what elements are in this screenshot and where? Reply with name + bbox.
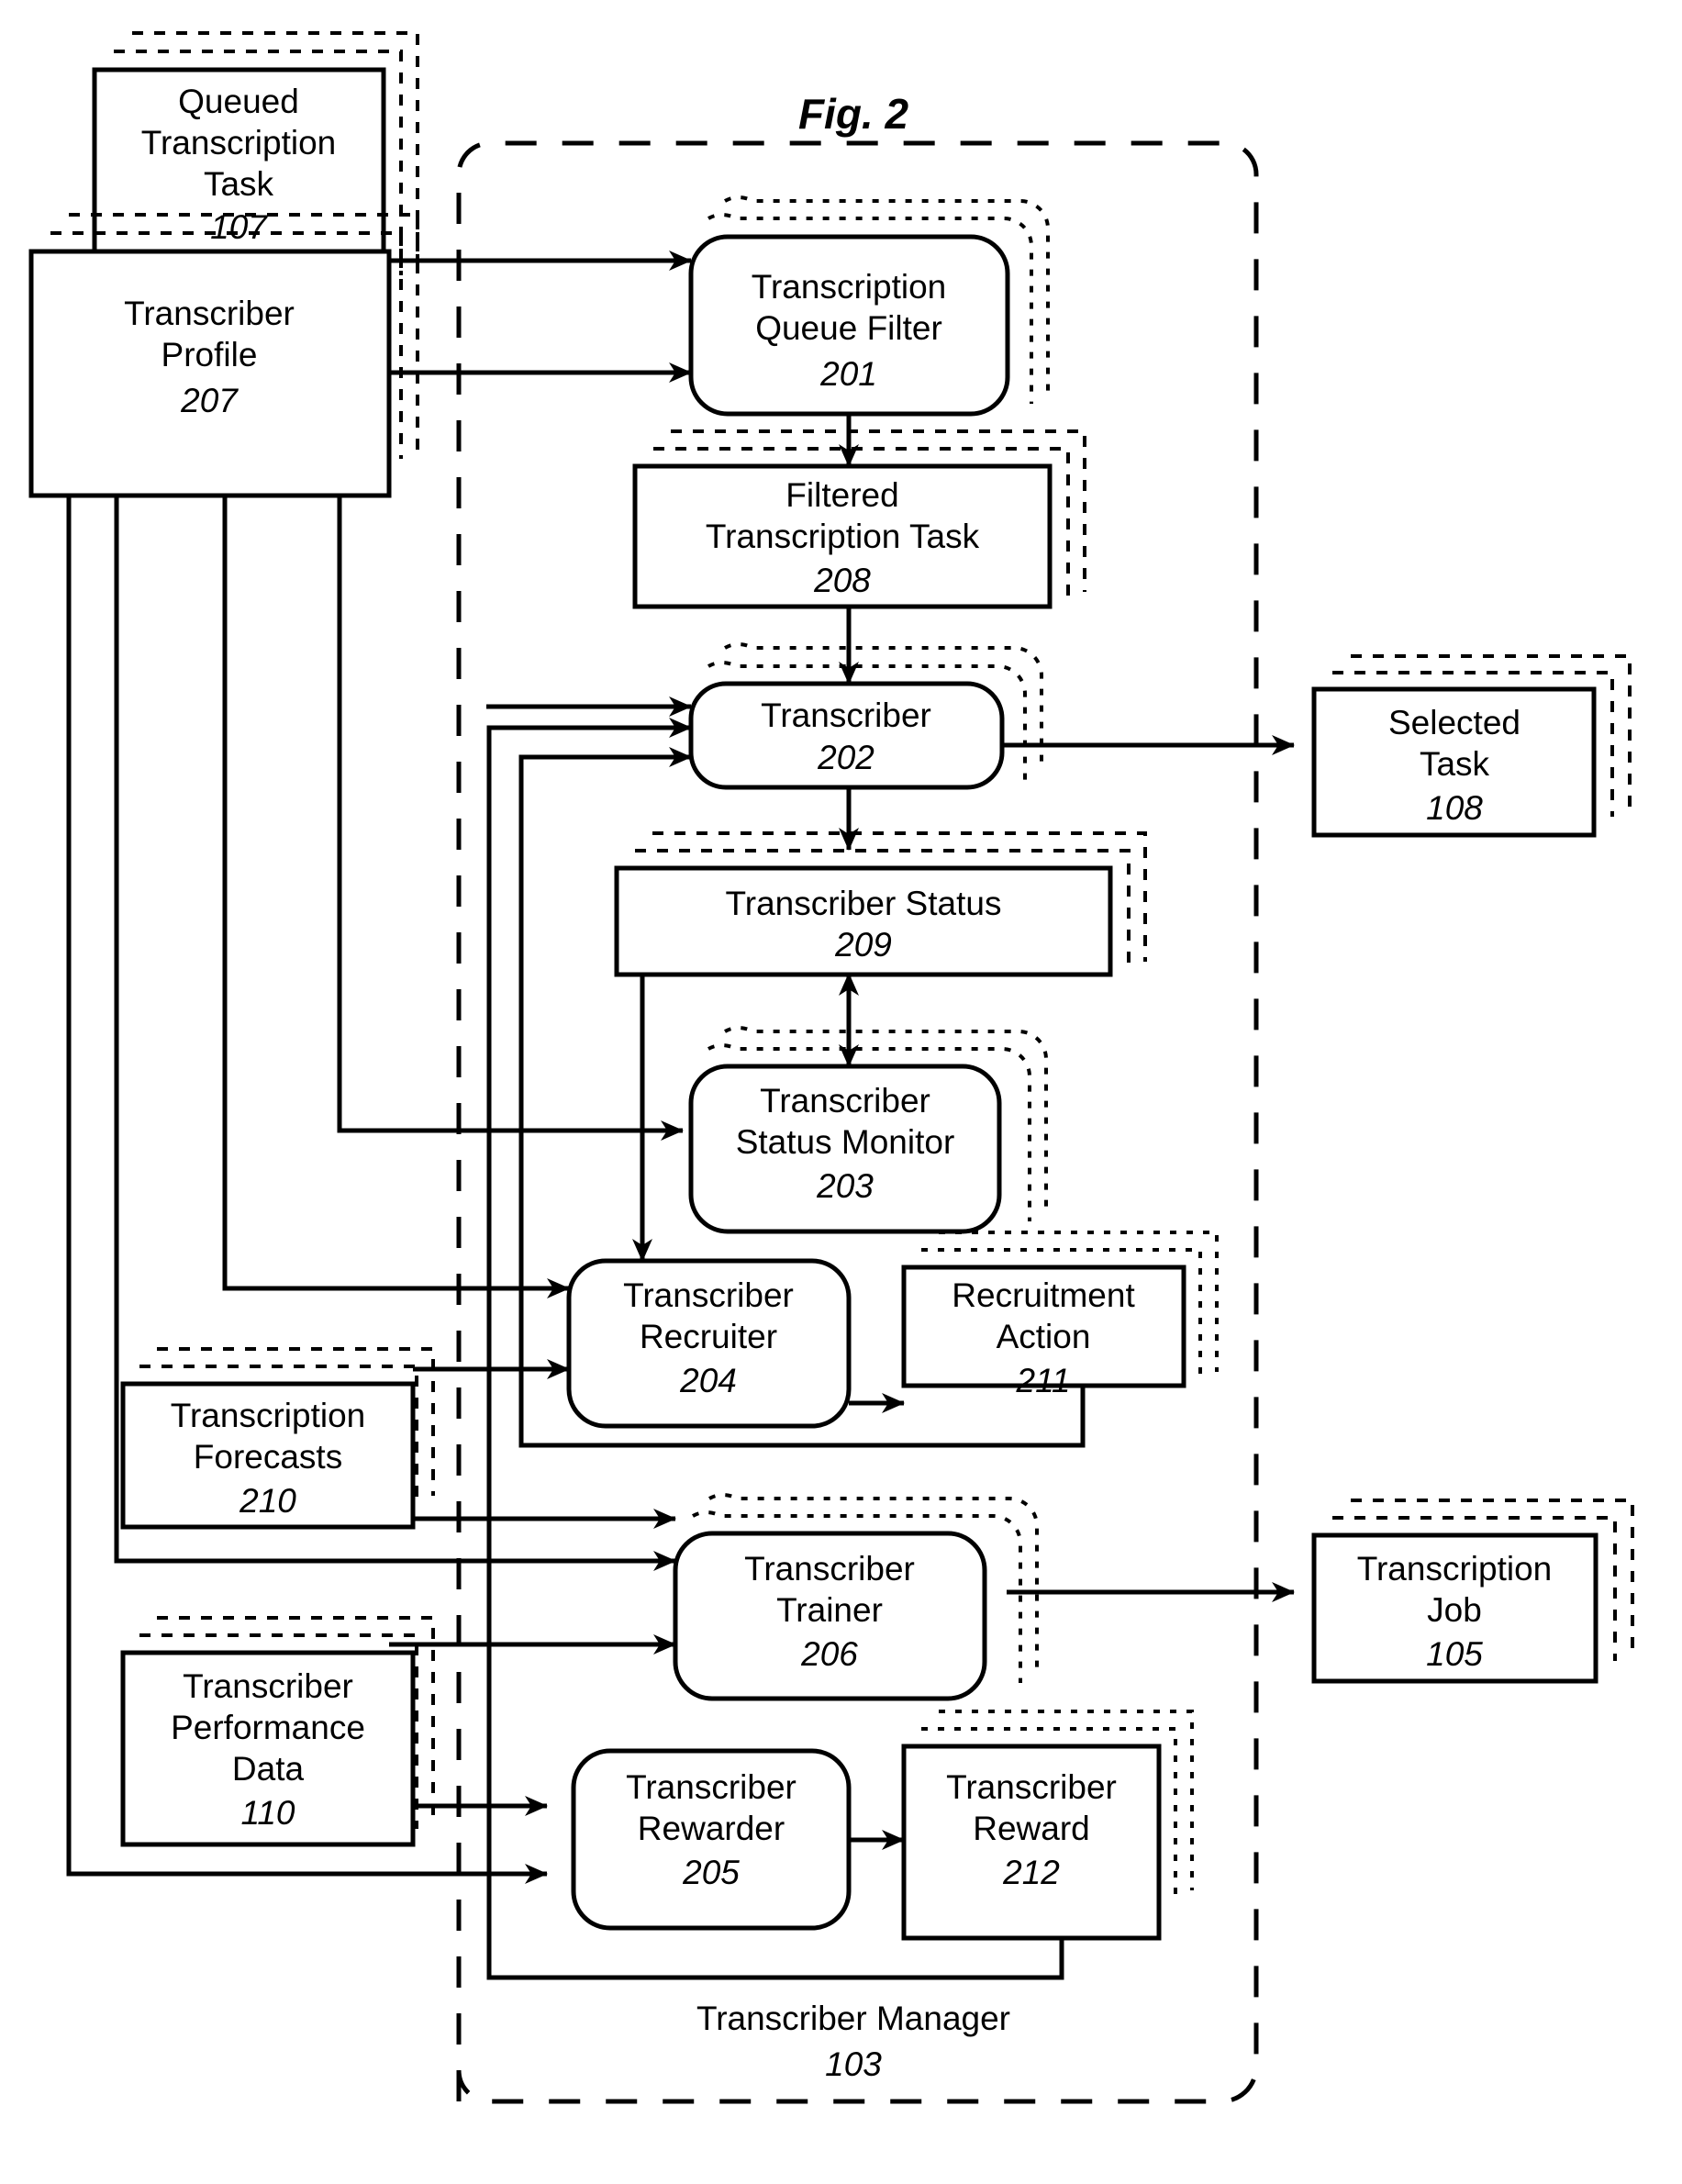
- container-number: 103: [825, 2045, 882, 2083]
- patent-figure-canvas: Queued Transcription Task 107 Transcribe…: [0, 0, 1682, 2184]
- node-transcription-queue-filter: Transcription Queue Filter 201: [688, 195, 1050, 417]
- node-label: Transcription Task: [706, 518, 980, 555]
- node-number: 201: [819, 355, 877, 393]
- node-number: 203: [816, 1167, 874, 1205]
- node-number: 204: [679, 1362, 737, 1399]
- node-number: 211: [1016, 1362, 1071, 1399]
- node-transcriber-profile: Transcriber Profile 207: [28, 213, 419, 498]
- node-number: 206: [800, 1635, 858, 1673]
- node-label: Transcription: [171, 1397, 365, 1434]
- node-label: Transcriber: [626, 1768, 796, 1806]
- node-label: Transcriber: [124, 295, 295, 332]
- node-label: Profile: [162, 336, 258, 373]
- node-label: Transcription: [752, 268, 946, 306]
- node-label: Transcriber: [761, 696, 931, 734]
- node-label: Recruiter: [640, 1318, 777, 1355]
- node-number: 108: [1426, 789, 1483, 827]
- node-number: 202: [817, 739, 874, 776]
- node-label: Transcriber: [946, 1768, 1117, 1806]
- node-recruitment-action: Recruitment Action 211: [901, 1231, 1219, 1399]
- node-selected-task: Selected Task 108: [1311, 654, 1632, 838]
- node-number: 205: [682, 1854, 740, 1891]
- node-label: Transcriber: [760, 1082, 930, 1120]
- node-label: Trainer: [776, 1591, 883, 1629]
- node-transcriber-status-monitor: Transcriber Status Monitor 203: [688, 1026, 1048, 1234]
- node-label: Reward: [973, 1810, 1090, 1847]
- node-label: Data: [232, 1750, 305, 1788]
- node-number: 212: [1002, 1854, 1060, 1891]
- node-label: Rewarder: [638, 1810, 785, 1847]
- node-transcriber-reward: Transcriber Reward 212: [901, 1710, 1194, 1941]
- node-transcription-job: Transcription Job 105: [1311, 1499, 1634, 1684]
- node-transcriber: Transcriber 202: [688, 642, 1043, 790]
- node-label: Transcriber: [183, 1667, 353, 1705]
- node-label: Transcription: [141, 124, 336, 162]
- node-label: Filtered: [785, 476, 898, 514]
- node-label: Job: [1427, 1591, 1482, 1629]
- node-label: Transcriber: [623, 1276, 794, 1314]
- node-number: 209: [834, 926, 892, 964]
- node-label: Task: [1420, 745, 1490, 783]
- diagram-svg: Queued Transcription Task 107 Transcribe…: [28, 31, 1634, 2104]
- figure-title: Fig. 2: [798, 90, 909, 138]
- node-queued-transcription-task: Queued Transcription Task 107: [92, 31, 419, 275]
- node-transcriber-trainer: Transcriber Trainer 206: [673, 1493, 1039, 1701]
- node-label: Recruitment: [952, 1276, 1135, 1314]
- node-label: Status Monitor: [736, 1123, 955, 1161]
- node-label: Selected: [1388, 704, 1520, 741]
- node-number: 207: [180, 382, 239, 419]
- node-label: Performance: [171, 1709, 365, 1746]
- node-number: 210: [239, 1482, 296, 1520]
- node-number: 208: [813, 562, 871, 599]
- node-number: 107: [210, 208, 268, 246]
- node-label: Transcriber Status: [726, 885, 1002, 922]
- node-label: Queue Filter: [755, 309, 942, 347]
- node-transcriber-recruiter: Transcriber Recruiter 204: [566, 1258, 852, 1429]
- container-label: Transcriber Manager: [696, 2000, 1010, 2037]
- node-transcriber-status: Transcriber Status 209: [614, 831, 1147, 977]
- node-label: Action: [997, 1318, 1091, 1355]
- node-number: 105: [1426, 1635, 1483, 1673]
- node-transcriber-performance-data: Transcriber Performance Data 110: [120, 1616, 435, 1847]
- node-filtered-transcription-task: Filtered Transcription Task 208: [632, 429, 1086, 609]
- node-label: Transcription: [1357, 1550, 1552, 1588]
- node-transcription-forecasts: Transcription Forecasts 210: [120, 1347, 435, 1530]
- node-label: Task: [204, 165, 274, 203]
- node-label: Queued: [178, 83, 299, 120]
- node-label: Transcriber: [744, 1550, 915, 1588]
- node-label: Forecasts: [194, 1438, 342, 1476]
- node-transcriber-rewarder: Transcriber Rewarder 205: [571, 1748, 852, 1931]
- node-number: 110: [241, 1794, 295, 1832]
